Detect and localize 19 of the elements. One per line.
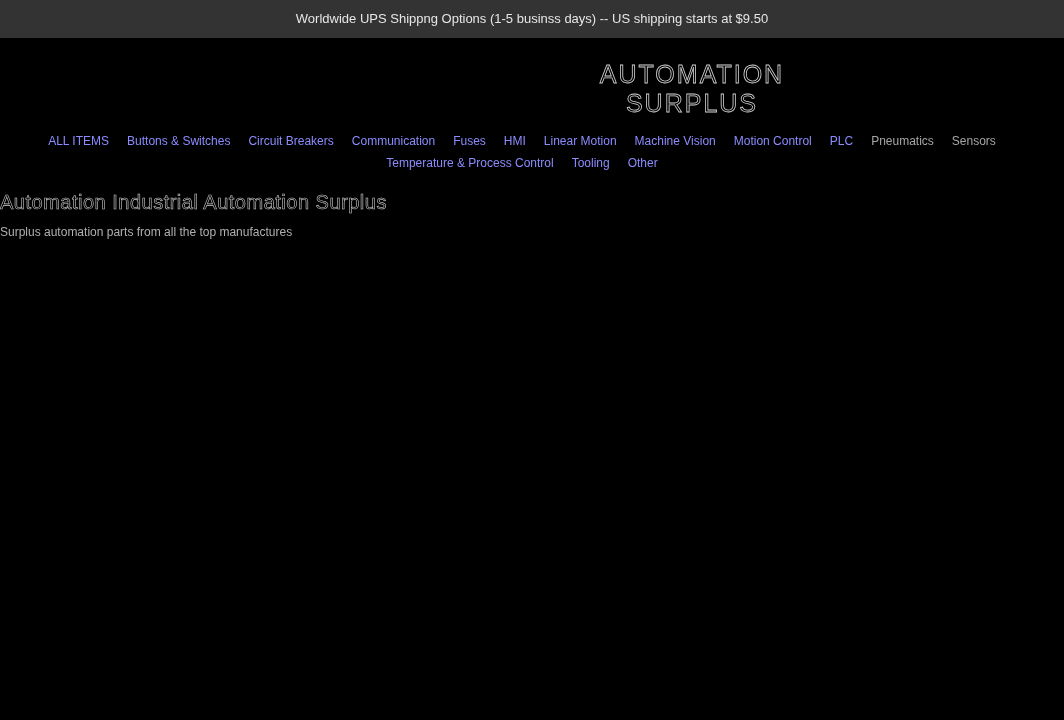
nav-link[interactable]: Communication (351, 132, 436, 150)
announcement-text: Worldwide UPS Shippng Options (1-5 businss days) -- US shipping starts at $9.50 (295, 10, 769, 29)
nav-link[interactable]: Sensors (951, 132, 996, 150)
store-logo[interactable]: AUTOMATION SURPLUS (599, 60, 785, 118)
page-description: Surplus automation parts from all the top manufactures (0, 224, 294, 240)
nav-link[interactable]: Machine Vision (634, 132, 716, 150)
nav-link[interactable]: Circuit Breakers (248, 132, 334, 150)
nav-link[interactable]: Tooling (571, 154, 610, 172)
nav-link[interactable]: Buttons & Switches (127, 132, 231, 150)
nav-link[interactable]: Linear Motion (543, 132, 617, 150)
nav-link[interactable]: Pneumatics (871, 132, 934, 150)
nav-link[interactable]: Motion Control (733, 132, 812, 150)
nav-link[interactable]: Other (627, 154, 658, 172)
nav-link[interactable]: Fuses (453, 132, 486, 150)
page-title: Automation Industrial Automation Surplus (0, 190, 388, 214)
nav-link[interactable]: ALL ITEMS (48, 132, 110, 150)
nav-link[interactable]: PLC (829, 132, 854, 150)
nav-link[interactable]: Temperature & Process Control (386, 154, 554, 172)
nav-link[interactable]: HMI (503, 132, 526, 150)
